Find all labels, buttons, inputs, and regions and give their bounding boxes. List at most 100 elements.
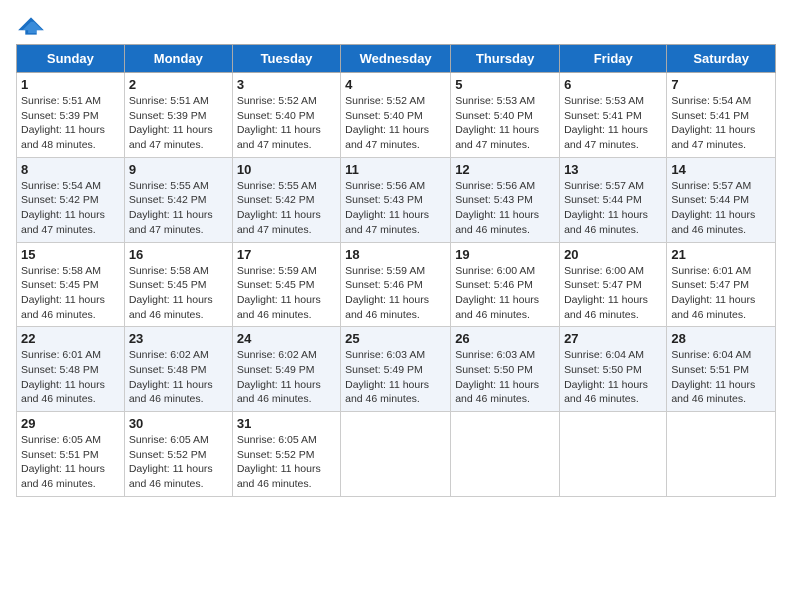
day-info: Sunrise: 6:01 AM Sunset: 5:48 PM Dayligh… — [21, 348, 120, 407]
day-info: Sunrise: 6:03 AM Sunset: 5:50 PM Dayligh… — [455, 348, 555, 407]
calendar-table: SundayMondayTuesdayWednesdayThursdayFrid… — [16, 44, 776, 497]
day-number: 29 — [21, 416, 120, 431]
day-number: 15 — [21, 247, 120, 262]
calendar-cell: 27 Sunrise: 6:04 AM Sunset: 5:50 PM Dayli… — [560, 327, 667, 412]
day-info: Sunrise: 5:52 AM Sunset: 5:40 PM Dayligh… — [345, 94, 446, 153]
calendar-week-row: 8 Sunrise: 5:54 AM Sunset: 5:42 PM Daylig… — [17, 157, 776, 242]
calendar-body: 1 Sunrise: 5:51 AM Sunset: 5:39 PM Daylig… — [17, 73, 776, 497]
calendar-cell: 21 Sunrise: 6:01 AM Sunset: 5:47 PM Dayli… — [667, 242, 776, 327]
calendar-cell: 4 Sunrise: 5:52 AM Sunset: 5:40 PM Daylig… — [341, 73, 451, 158]
day-info: Sunrise: 6:05 AM Sunset: 5:51 PM Dayligh… — [21, 433, 120, 492]
day-number: 20 — [564, 247, 662, 262]
day-info: Sunrise: 6:00 AM Sunset: 5:47 PM Dayligh… — [564, 264, 662, 323]
calendar-cell: 20 Sunrise: 6:00 AM Sunset: 5:47 PM Dayli… — [560, 242, 667, 327]
calendar-cell: 23Sunrise: 6:02 AM Sunset: 5:48 PM Dayli… — [124, 327, 232, 412]
day-info: Sunrise: 5:54 AM Sunset: 5:41 PM Dayligh… — [671, 94, 771, 153]
calendar-cell: 18 Sunrise: 5:59 AM Sunset: 5:46 PM Dayli… — [341, 242, 451, 327]
day-info: Sunrise: 5:56 AM Sunset: 5:43 PM Dayligh… — [345, 179, 446, 238]
day-number: 22 — [21, 331, 120, 346]
day-number: 10 — [237, 162, 336, 177]
day-info: Sunrise: 5:53 AM Sunset: 5:41 PM Dayligh… — [564, 94, 662, 153]
calendar-cell: 29 Sunrise: 6:05 AM Sunset: 5:51 PM Dayli… — [17, 412, 125, 497]
day-of-week-header: Wednesday — [341, 45, 451, 73]
calendar-cell — [451, 412, 560, 497]
calendar-cell: 26 Sunrise: 6:03 AM Sunset: 5:50 PM Dayli… — [451, 327, 560, 412]
calendar-cell: 3 Sunrise: 5:52 AM Sunset: 5:40 PM Daylig… — [232, 73, 340, 158]
day-number: 7 — [671, 77, 771, 92]
day-number: 1 — [21, 77, 120, 92]
day-number: 27 — [564, 331, 662, 346]
day-number: 19 — [455, 247, 555, 262]
day-number: 25 — [345, 331, 446, 346]
calendar-cell: 24Sunrise: 6:02 AM Sunset: 5:49 PM Dayli… — [232, 327, 340, 412]
calendar-cell: 10 Sunrise: 5:55 AM Sunset: 5:42 PM Dayli… — [232, 157, 340, 242]
day-info: Sunrise: 5:59 AM Sunset: 5:45 PM Dayligh… — [237, 264, 336, 323]
calendar-cell: 8 Sunrise: 5:54 AM Sunset: 5:42 PM Daylig… — [17, 157, 125, 242]
day-info: Sunrise: 5:57 AM Sunset: 5:44 PM Dayligh… — [564, 179, 662, 238]
day-info: Sunrise: 6:05 AM Sunset: 5:52 PM Dayligh… — [129, 433, 228, 492]
calendar-cell: 25 Sunrise: 6:03 AM Sunset: 5:49 PM Dayli… — [341, 327, 451, 412]
day-of-week-header: Tuesday — [232, 45, 340, 73]
day-info: Sunrise: 5:58 AM Sunset: 5:45 PM Dayligh… — [129, 264, 228, 323]
day-info: Sunrise: 6:03 AM Sunset: 5:49 PM Dayligh… — [345, 348, 446, 407]
calendar-cell — [560, 412, 667, 497]
day-of-week-header: Saturday — [667, 45, 776, 73]
days-of-week-row: SundayMondayTuesdayWednesdayThursdayFrid… — [17, 45, 776, 73]
day-of-week-header: Sunday — [17, 45, 125, 73]
day-number: 17 — [237, 247, 336, 262]
day-of-week-header: Friday — [560, 45, 667, 73]
calendar-cell: 13 Sunrise: 5:57 AM Sunset: 5:44 PM Dayli… — [560, 157, 667, 242]
day-number: 24 — [237, 331, 336, 346]
day-info: Sunrise: 5:57 AM Sunset: 5:44 PM Dayligh… — [671, 179, 771, 238]
day-number: 30 — [129, 416, 228, 431]
calendar-cell: 19Sunrise: 6:00 AM Sunset: 5:46 PM Dayli… — [451, 242, 560, 327]
day-number: 9 — [129, 162, 228, 177]
day-number: 3 — [237, 77, 336, 92]
calendar-cell: 9Sunrise: 5:55 AM Sunset: 5:42 PM Daylig… — [124, 157, 232, 242]
day-number: 12 — [455, 162, 555, 177]
day-of-week-header: Monday — [124, 45, 232, 73]
day-info: Sunrise: 5:51 AM Sunset: 5:39 PM Dayligh… — [129, 94, 228, 153]
day-info: Sunrise: 5:55 AM Sunset: 5:42 PM Dayligh… — [237, 179, 336, 238]
calendar-week-row: 22 Sunrise: 6:01 AM Sunset: 5:48 PM Dayli… — [17, 327, 776, 412]
logo — [16, 16, 50, 36]
calendar-cell: 16 Sunrise: 5:58 AM Sunset: 5:45 PM Dayli… — [124, 242, 232, 327]
calendar-cell: 17 Sunrise: 5:59 AM Sunset: 5:45 PM Dayli… — [232, 242, 340, 327]
calendar-cell: 7 Sunrise: 5:54 AM Sunset: 5:41 PM Daylig… — [667, 73, 776, 158]
day-info: Sunrise: 6:02 AM Sunset: 5:48 PM Dayligh… — [129, 348, 228, 407]
day-number: 14 — [671, 162, 771, 177]
day-of-week-header: Thursday — [451, 45, 560, 73]
calendar-cell: 30 Sunrise: 6:05 AM Sunset: 5:52 PM Dayli… — [124, 412, 232, 497]
day-number: 11 — [345, 162, 446, 177]
day-number: 26 — [455, 331, 555, 346]
calendar-cell: 31Sunrise: 6:05 AM Sunset: 5:52 PM Dayli… — [232, 412, 340, 497]
day-info: Sunrise: 6:04 AM Sunset: 5:50 PM Dayligh… — [564, 348, 662, 407]
calendar-cell: 1Sunrise: 5:51 AM Sunset: 5:39 PM Daylig… — [17, 73, 125, 158]
day-number: 2 — [129, 77, 228, 92]
day-info: Sunrise: 6:01 AM Sunset: 5:47 PM Dayligh… — [671, 264, 771, 323]
calendar-week-row: 1 Sunrise: 5:51 AM Sunset: 5:39 PM Daylig… — [17, 73, 776, 158]
calendar-header: SundayMondayTuesdayWednesdayThursdayFrid… — [17, 45, 776, 73]
day-number: 18 — [345, 247, 446, 262]
day-number: 21 — [671, 247, 771, 262]
day-number: 16 — [129, 247, 228, 262]
day-info: Sunrise: 5:52 AM Sunset: 5:40 PM Dayligh… — [237, 94, 336, 153]
day-number: 13 — [564, 162, 662, 177]
day-info: Sunrise: 6:04 AM Sunset: 5:51 PM Dayligh… — [671, 348, 771, 407]
day-info: Sunrise: 5:54 AM Sunset: 5:42 PM Dayligh… — [21, 179, 120, 238]
day-info: Sunrise: 5:59 AM Sunset: 5:46 PM Dayligh… — [345, 264, 446, 323]
day-info: Sunrise: 5:53 AM Sunset: 5:40 PM Dayligh… — [455, 94, 555, 153]
day-info: Sunrise: 5:56 AM Sunset: 5:43 PM Dayligh… — [455, 179, 555, 238]
calendar-week-row: 29 Sunrise: 6:05 AM Sunset: 5:51 PM Dayli… — [17, 412, 776, 497]
day-info: Sunrise: 6:05 AM Sunset: 5:52 PM Dayligh… — [237, 433, 336, 492]
day-number: 4 — [345, 77, 446, 92]
day-number: 8 — [21, 162, 120, 177]
calendar-week-row: 15 Sunrise: 5:58 AM Sunset: 5:45 PM Dayli… — [17, 242, 776, 327]
day-number: 6 — [564, 77, 662, 92]
calendar-cell: 5Sunrise: 5:53 AM Sunset: 5:40 PM Daylig… — [451, 73, 560, 158]
calendar-cell: 22 Sunrise: 6:01 AM Sunset: 5:48 PM Dayli… — [17, 327, 125, 412]
calendar-cell: 28Sunrise: 6:04 AM Sunset: 5:51 PM Dayli… — [667, 327, 776, 412]
calendar-cell: 11 Sunrise: 5:56 AM Sunset: 5:43 PM Dayli… — [341, 157, 451, 242]
calendar-cell: 6 Sunrise: 5:53 AM Sunset: 5:41 PM Daylig… — [560, 73, 667, 158]
calendar-cell — [667, 412, 776, 497]
